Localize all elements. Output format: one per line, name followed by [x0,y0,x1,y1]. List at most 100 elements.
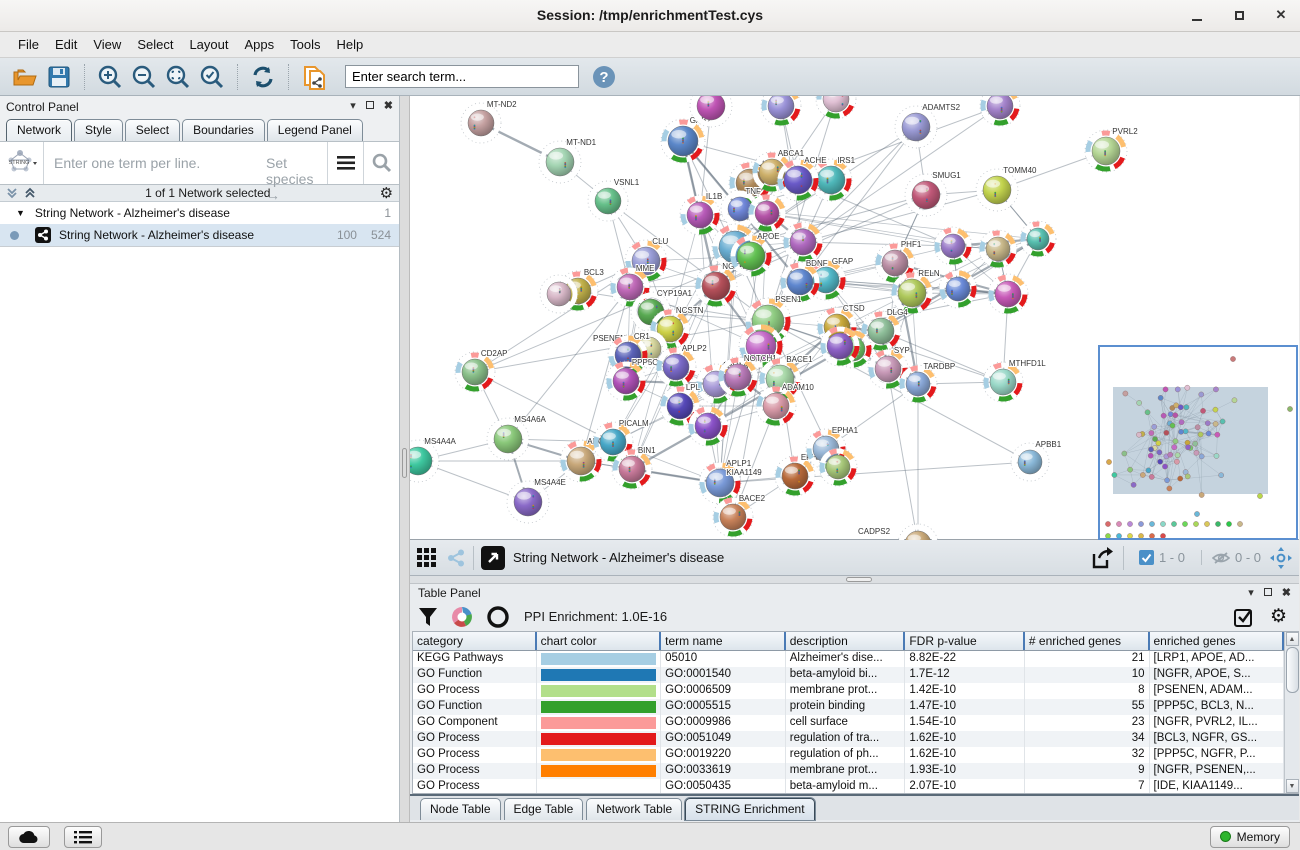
open-session-button[interactable] [10,63,40,91]
filter-icon[interactable] [418,607,438,627]
tab-boundaries[interactable]: Boundaries [182,119,265,141]
table-row[interactable]: GO ProcessGO:0033619membrane prot...1.93… [413,763,1284,779]
remove-chart-icon[interactable] [486,605,510,629]
maximize-button[interactable] [1228,4,1250,26]
column-header-category[interactable]: category [413,632,537,650]
menu-item-apps[interactable]: Apps [237,34,283,55]
column-header-fdr-p-value[interactable]: FDR p-value [905,632,1025,650]
birds-eye-view[interactable] [1098,345,1298,540]
network-node[interactable]: MS4A6A [487,415,547,460]
zoom-fit-button[interactable] [163,63,193,91]
network-node[interactable]: MT-ND1 [539,138,597,183]
menu-item-edit[interactable]: Edit [47,34,85,55]
string-search-provider-button[interactable]: STRING [0,142,44,184]
search-input[interactable] [345,65,579,88]
network-node[interactable]: ADAMTS2 [895,103,961,148]
tab-style[interactable]: Style [74,119,123,141]
table-row[interactable]: GO ProcessGO:0051049regulation of tra...… [413,731,1284,747]
zoom-in-button[interactable] [95,63,125,91]
birds-eye-toggle-icon[interactable] [481,546,505,570]
network-node[interactable] [1020,221,1056,257]
network-node[interactable]: PVRL2 [1085,127,1138,172]
string-query-input[interactable]: Enter one term per line. Set species → [44,142,327,184]
table-settings-gear-icon[interactable]: ⚙ [1270,605,1287,628]
menu-item-layout[interactable]: Layout [181,34,236,55]
column-header-enriched-genes[interactable]: # enriched genes [1025,632,1150,650]
table-scrollbar[interactable]: ▲ ▼ [1284,632,1299,793]
table-row[interactable]: GO ProcessGO:0006509membrane prot...1.42… [413,683,1284,699]
zoom-selected-button[interactable] [197,63,227,91]
table-row[interactable]: GO ProcessGO:0050435beta-amyloid m...2.0… [413,779,1284,793]
network-node[interactable] [761,96,801,126]
tab-legend-panel[interactable]: Legend Panel [267,119,363,141]
network-node[interactable]: APBB1 [1011,440,1062,481]
export-network-icon[interactable] [1090,546,1116,570]
cloud-tasks-button[interactable] [8,826,50,848]
network-from-clipboard-button[interactable] [299,63,329,91]
network-row[interactable]: String Network - Alzheimer's disease 100… [0,224,399,246]
float-panel-icon[interactable]: ▾ [350,101,356,112]
string-search-button[interactable] [363,142,399,184]
network-node[interactable] [980,96,1020,126]
scroll-up-arrow[interactable]: ▲ [1286,632,1299,646]
close-button[interactable]: ✕ [1270,4,1292,26]
undock-panel-icon[interactable] [366,101,374,112]
network-node[interactable]: CADPS2 [858,524,938,540]
column-header-enriched-genes[interactable]: enriched genes [1150,632,1285,650]
menu-item-help[interactable]: Help [329,34,372,55]
collapse-icon[interactable]: ▼ [16,208,25,218]
enrichment-chart-icon[interactable] [450,605,474,629]
column-header-description[interactable]: description [786,632,906,650]
tab-select[interactable]: Select [125,119,180,141]
zoom-out-button[interactable] [129,63,159,91]
vertical-splitter[interactable] [400,96,410,822]
minimize-button[interactable] [1186,4,1208,26]
refresh-layout-button[interactable] [248,63,278,91]
table-row[interactable]: KEGG Pathways05010Alzheimer's dise...8.8… [413,651,1284,667]
network-node[interactable] [816,96,856,119]
memory-button[interactable]: Memory [1210,826,1290,848]
network-node[interactable]: CD2AP [455,349,508,392]
network-view[interactable]: MT-ND2MT-ND1VSNL1GAB2ADAMTS2PVRL2IRS1CHA… [410,96,1299,540]
table-undock-icon[interactable] [1264,588,1272,599]
pan-navigation-icon[interactable] [1269,546,1293,570]
network-node[interactable]: VSNL1 [588,178,640,221]
network-collection-row[interactable]: ▼ String Network - Alzheimer's disease 1 [0,202,399,224]
table-row[interactable]: GO ComponentGO:0009986cell surface1.54E-… [413,715,1284,731]
save-session-button[interactable] [44,63,74,91]
network-node[interactable]: MTHFD1L [983,359,1046,402]
tab-network[interactable]: Network [6,119,72,141]
network-panel-gear-icon[interactable]: ⚙ [380,184,393,202]
string-options-button[interactable] [327,142,363,184]
tab-network-table[interactable]: Network Table [586,798,682,820]
column-header-chart-color[interactable]: chart color [537,632,662,650]
menu-item-file[interactable]: File [10,34,47,55]
help-button[interactable]: ? [589,63,619,91]
grid-view-icon[interactable] [416,547,438,569]
table-row[interactable]: GO FunctionGO:0001540beta-amyloid bi...1… [413,667,1284,683]
horizontal-splitter[interactable] [410,576,1299,584]
task-history-button[interactable] [64,826,102,848]
tab-node-table[interactable]: Node Table [420,798,501,820]
share-network-icon[interactable] [446,548,466,568]
table-float-icon[interactable]: ▾ [1248,588,1254,599]
scroll-down-arrow[interactable]: ▼ [1286,779,1299,793]
network-node[interactable]: TOMM40 [976,166,1037,211]
tab-string-enrichment[interactable]: STRING Enrichment [685,798,814,820]
set-species-label[interactable]: Set species → [266,155,327,203]
scroll-thumb[interactable] [1286,647,1299,693]
tab-edge-table[interactable]: Edge Table [504,798,584,820]
collapse-all-icon[interactable] [6,187,18,199]
menu-item-view[interactable]: View [85,34,129,55]
expand-all-icon[interactable] [24,187,36,199]
menu-item-tools[interactable]: Tools [282,34,328,55]
network-node[interactable]: MS4A4A [410,437,457,482]
table-row[interactable]: GO ProcessGO:0019220regulation of ph...1… [413,747,1284,763]
menu-item-select[interactable]: Select [129,34,181,55]
table-close-icon[interactable]: ✖ [1282,588,1291,599]
close-panel-icon[interactable]: ✖ [384,101,393,112]
network-node[interactable]: MS4A4E [507,478,566,523]
column-header-term-name[interactable]: term name [661,632,786,650]
select-rows-icon[interactable] [1234,607,1254,627]
table-row[interactable]: GO FunctionGO:0005515protein binding1.47… [413,699,1284,715]
